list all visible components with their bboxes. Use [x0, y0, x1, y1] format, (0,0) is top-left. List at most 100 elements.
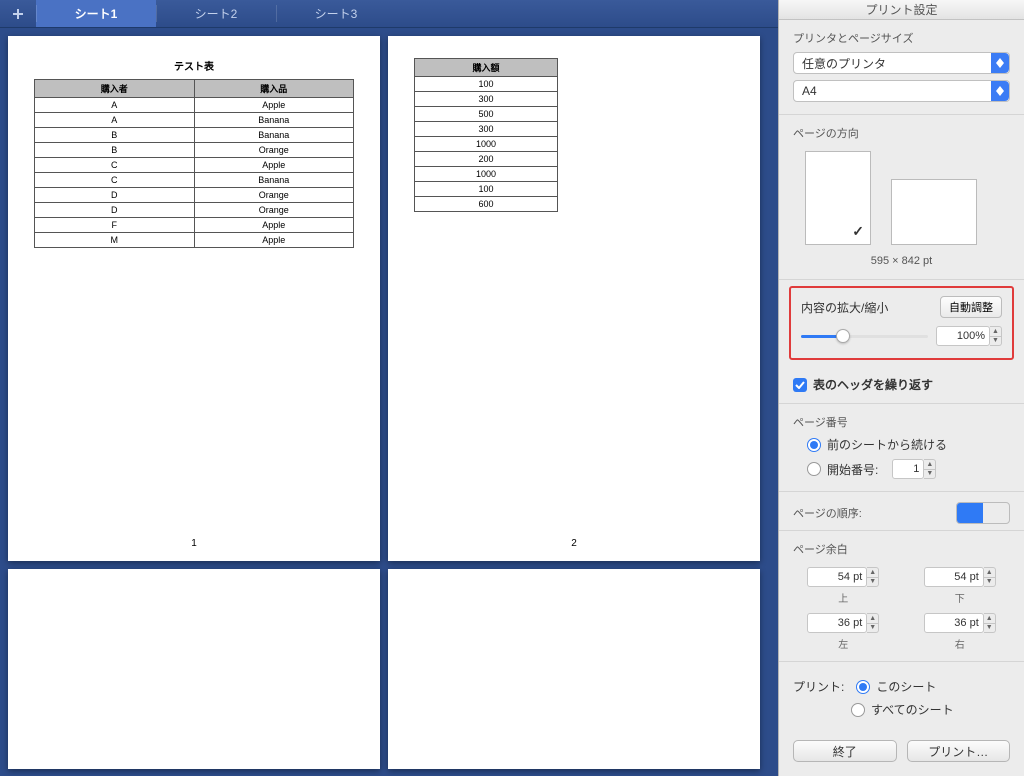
margin-bottom-stepper[interactable]: ▲▼ [984, 567, 996, 587]
table-cell: 200 [415, 152, 558, 167]
sheet-tab-2[interactable]: シート2 [156, 0, 276, 27]
margin-top-label: 上 [838, 590, 848, 605]
margin-right-stepper[interactable]: ▲▼ [984, 613, 996, 633]
col-header: 購入品 [194, 80, 354, 98]
page-order-section: ページの順序: [779, 492, 1024, 531]
table-cell: Apple [194, 218, 354, 233]
scale-stepper[interactable]: ▲▼ [990, 326, 1002, 346]
sheet-tab-1[interactable]: シート1 [36, 0, 156, 27]
panel-footer: 終了 プリント… [779, 730, 1024, 776]
repeat-headers-label: 表のヘッダを繰り返す [813, 376, 933, 393]
pagenum-continue-radio[interactable] [807, 438, 821, 452]
table-row: 100 [415, 77, 558, 92]
page-dimensions: 595 × 842 pt [793, 255, 1010, 273]
pagenum-start-input[interactable]: 1 [892, 459, 924, 479]
table-cell: M [35, 233, 195, 248]
pagenum-start-stepper[interactable]: ▲▼ [924, 459, 936, 479]
table-cell: 100 [415, 77, 558, 92]
scale-input[interactable]: 100% [936, 326, 990, 346]
scale-slider[interactable] [801, 328, 928, 344]
table-cell: Orange [194, 188, 354, 203]
table-cell: Banana [194, 173, 354, 188]
page-order-down[interactable] [983, 503, 1009, 523]
done-button[interactable]: 終了 [793, 740, 897, 762]
table-cell: 300 [415, 92, 558, 107]
print-button[interactable]: プリント… [907, 740, 1011, 762]
table-cell: Orange [194, 203, 354, 218]
table-cell: C [35, 173, 195, 188]
sheet-tab-3[interactable]: シート3 [276, 0, 396, 27]
page2-table: 購入額 10030050030010002001000100600 [414, 58, 558, 212]
table-cell: F [35, 218, 195, 233]
page-order-across[interactable] [957, 503, 983, 523]
margin-bottom-input[interactable]: 54 pt [924, 567, 984, 587]
print-all-sheets-label: すべてのシート [871, 701, 954, 718]
margin-left-stepper[interactable]: ▲▼ [867, 613, 879, 633]
margins-label: ページ余白 [793, 541, 1010, 557]
repeat-headers-row[interactable]: 表のヘッダを繰り返す [779, 366, 1024, 404]
preview-pane: シート1 シート2 シート3 テスト表 購入者 購入品 AAppleABanan… [0, 0, 778, 776]
margin-right-label: 右 [955, 636, 965, 651]
table-title: テスト表 [34, 58, 354, 73]
table-row: 200 [415, 152, 558, 167]
table-cell: 600 [415, 197, 558, 212]
table-row: AApple [35, 98, 354, 113]
margin-left-label: 左 [838, 636, 848, 651]
table-cell: A [35, 113, 195, 128]
paper-size-select[interactable]: A4 [793, 80, 1010, 102]
table-row: MApple [35, 233, 354, 248]
orientation-landscape[interactable] [891, 179, 977, 245]
table-cell: Banana [194, 113, 354, 128]
panel-title: プリント設定 [779, 0, 1024, 20]
table-row: 300 [415, 122, 558, 137]
print-all-sheets-radio[interactable] [851, 703, 865, 717]
table-row: 300 [415, 92, 558, 107]
table-cell: 1000 [415, 167, 558, 182]
print-scope-label: プリント: [793, 678, 844, 695]
margin-bottom-label: 下 [955, 590, 965, 605]
table-row: 600 [415, 197, 558, 212]
pagenum-continue-label: 前のシートから続ける [827, 436, 947, 453]
page1-table: 購入者 購入品 AAppleABananaBBananaBOrangeCAppl… [34, 79, 354, 248]
pagenum-start-radio[interactable] [807, 462, 821, 476]
printer-size-label: プリンタとページサイズ [793, 30, 1010, 46]
preview-page-3 [8, 569, 380, 769]
table-cell: 500 [415, 107, 558, 122]
printer-select[interactable]: 任意のプリンタ [793, 52, 1010, 74]
table-row: BOrange [35, 143, 354, 158]
table-row: CApple [35, 158, 354, 173]
add-sheet-button[interactable] [0, 0, 36, 27]
margin-right-input[interactable]: 36 pt [924, 613, 984, 633]
print-scope-section: プリント: このシート すべてのシート [779, 662, 1024, 730]
page-order-segmented[interactable] [956, 502, 1010, 524]
table-cell: 300 [415, 122, 558, 137]
table-cell: C [35, 158, 195, 173]
chevron-updown-icon [991, 53, 1009, 73]
pagenum-start-label: 開始番号: [827, 461, 878, 478]
table-row: DOrange [35, 188, 354, 203]
table-cell: 100 [415, 182, 558, 197]
table-cell: 1000 [415, 137, 558, 152]
page-order-label: ページの順序: [793, 505, 862, 521]
print-settings-panel: プリント設定 プリンタとページサイズ 任意のプリンタ A4 ページの方向 595… [778, 0, 1024, 776]
margin-top-input[interactable]: 54 pt [807, 567, 867, 587]
table-row: FApple [35, 218, 354, 233]
margin-top-stepper[interactable]: ▲▼ [867, 567, 879, 587]
table-cell: D [35, 188, 195, 203]
table-row: ABanana [35, 113, 354, 128]
table-row: 1000 [415, 167, 558, 182]
table-row: 1000 [415, 137, 558, 152]
preview-page-2: 購入額 10030050030010002001000100600 2 [388, 36, 760, 561]
preview-page-4 [388, 569, 760, 769]
table-cell: Banana [194, 128, 354, 143]
auto-fit-button[interactable]: 自動調整 [940, 296, 1002, 318]
margin-left-input[interactable]: 36 pt [807, 613, 867, 633]
orientation-portrait[interactable] [805, 151, 871, 245]
print-preview-area[interactable]: テスト表 購入者 購入品 AAppleABananaBBananaBOrange… [0, 28, 778, 776]
table-cell: D [35, 203, 195, 218]
table-cell: B [35, 128, 195, 143]
scale-label: 内容の拡大/縮小 [801, 299, 888, 316]
table-row: BBanana [35, 128, 354, 143]
print-this-sheet-radio[interactable] [856, 680, 870, 694]
repeat-headers-checkbox[interactable] [793, 378, 807, 392]
